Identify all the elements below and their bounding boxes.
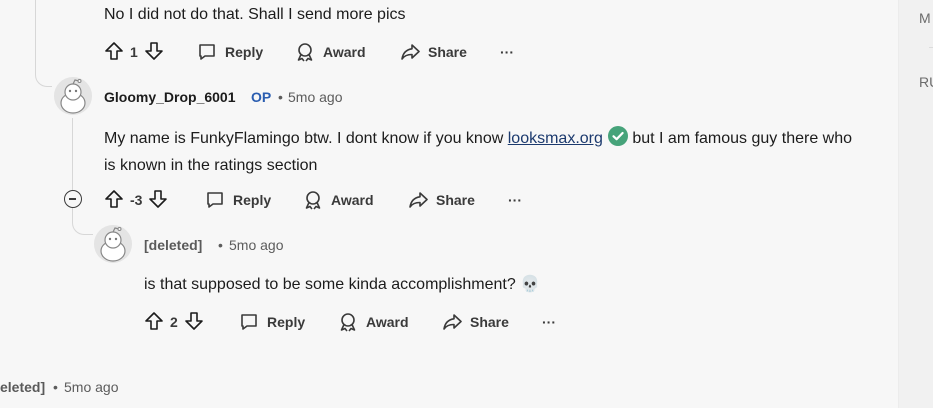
downvote-icon[interactable]: [144, 41, 164, 64]
more-options-button[interactable]: ···: [542, 306, 556, 338]
right-sidebar: M RU: [898, 0, 933, 408]
meta-dot: •: [278, 89, 283, 105]
thread-line-root[interactable]: [35, 0, 36, 56]
meta-dot: •: [218, 237, 223, 253]
collapse-icon[interactable]: [64, 190, 82, 208]
award-icon: [303, 190, 323, 210]
reply-button[interactable]: Reply: [239, 306, 305, 338]
reply-label: Reply: [225, 44, 264, 60]
award-icon: [338, 312, 358, 332]
reply-label: Reply: [267, 314, 306, 330]
comment-age[interactable]: 5mo ago: [229, 237, 283, 253]
more-icon: ···: [500, 44, 514, 60]
sidebar-text: M: [919, 10, 931, 26]
award-label: Award: [331, 192, 374, 208]
share-label: Share: [428, 44, 467, 60]
upvote-icon[interactable]: [144, 311, 164, 334]
comment-op-actions: -3 Reply Award Share ···: [104, 184, 534, 216]
share-button[interactable]: Share: [408, 184, 475, 216]
vote-controls: -3: [104, 184, 168, 216]
reply-icon: [239, 312, 259, 332]
op-badge: OP: [251, 89, 272, 105]
sidebar-divider: [929, 47, 933, 48]
vote-controls: 2: [144, 306, 204, 338]
share-label: Share: [470, 314, 509, 330]
more-options-button[interactable]: ···: [500, 36, 514, 68]
share-icon: [400, 42, 420, 62]
reply-icon: [205, 190, 225, 210]
share-label: Share: [436, 192, 475, 208]
vote-score: 1: [130, 44, 138, 60]
comments-section: No I did not do that. Shall I send more …: [0, 0, 898, 408]
award-button[interactable]: Award: [303, 184, 374, 216]
comment-reply-body: is that supposed to be some kinda accomp…: [144, 273, 540, 297]
vote-score: 2: [170, 314, 178, 330]
thread-line-op[interactable]: [72, 118, 73, 190]
share-icon: [442, 312, 462, 332]
comment-top-body: No I did not do that. Shall I send more …: [104, 6, 406, 23]
reply-button[interactable]: Reply: [197, 36, 263, 68]
thread-elbow-op: [35, 56, 52, 87]
username: [deleted]: [144, 237, 203, 253]
award-label: Award: [323, 44, 366, 60]
upvote-icon[interactable]: [104, 41, 124, 64]
avatar[interactable]: [94, 225, 132, 263]
award-icon: [295, 42, 315, 62]
comment-top-actions: 1 Reply Award Share ···: [104, 36, 534, 68]
vote-score: -3: [130, 192, 143, 208]
downvote-icon[interactable]: [184, 311, 204, 334]
award-label: Award: [366, 314, 409, 330]
reply-label: Reply: [233, 192, 272, 208]
comment-text-start: My name is FunkyFlamingo btw. I dont kno…: [104, 130, 508, 147]
share-icon: [408, 190, 428, 210]
more-icon: ···: [542, 314, 556, 330]
verified-icon: [607, 126, 628, 154]
more-icon: ···: [508, 192, 522, 208]
avatar[interactable]: [54, 77, 92, 115]
thread-elbow-reply: [72, 218, 93, 235]
comment-reply-actions: 2 Reply Award Share ···: [144, 306, 574, 338]
award-button[interactable]: Award: [295, 36, 366, 68]
comment-age[interactable]: 5mo ago: [288, 89, 342, 105]
sidebar-heading: RU: [919, 74, 933, 90]
share-button[interactable]: Share: [442, 306, 509, 338]
more-options-button[interactable]: ···: [508, 184, 522, 216]
link-looksmax[interactable]: looksmax.org: [508, 130, 603, 147]
vote-controls: 1: [104, 36, 164, 68]
comment-op-body: My name is FunkyFlamingo btw. I dont kno…: [104, 126, 864, 178]
reply-button[interactable]: Reply: [205, 184, 271, 216]
username: eleted]: [0, 379, 46, 395]
meta-dot: •: [53, 379, 58, 395]
reply-icon: [197, 42, 217, 62]
upvote-icon[interactable]: [104, 189, 124, 212]
downvote-icon[interactable]: [148, 189, 168, 212]
username[interactable]: Gloomy_Drop_6001: [104, 89, 236, 105]
award-button[interactable]: Award: [338, 306, 409, 338]
comment-age[interactable]: 5mo ago: [64, 379, 118, 395]
comment-text: is that supposed to be some kinda accomp…: [144, 276, 516, 293]
skull-emoji: 💀: [520, 276, 541, 293]
share-button[interactable]: Share: [400, 36, 467, 68]
